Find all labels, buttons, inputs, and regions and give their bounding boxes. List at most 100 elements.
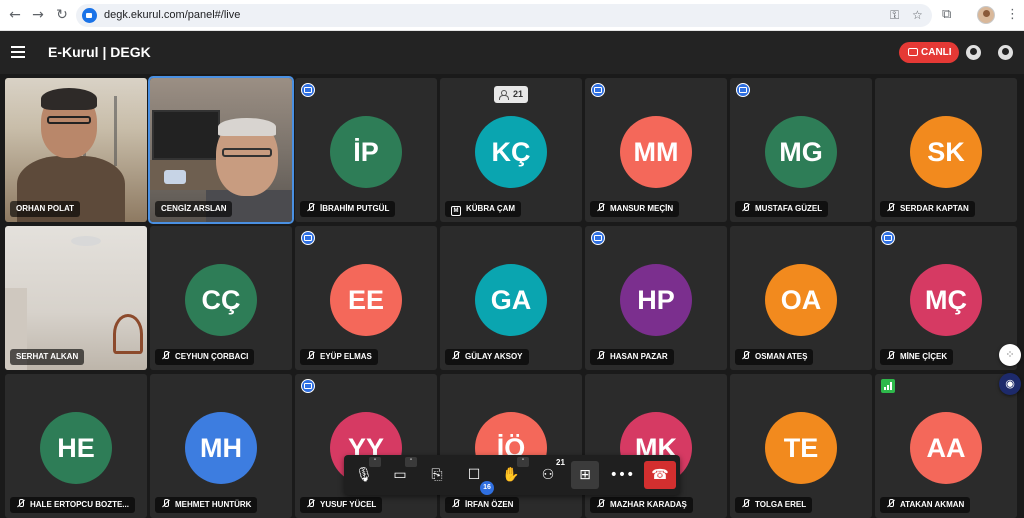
- participant-avatar: OA: [765, 264, 837, 336]
- participant-tile[interactable]: SERHAT ALKAN: [5, 226, 147, 370]
- participant-name: SERHAT ALKAN: [16, 352, 79, 361]
- participant-tile[interactable]: MÇ MİNE ÇİÇEK: [875, 226, 1017, 370]
- participant-tile[interactable]: MK MAZHAR KARADAŞ: [585, 374, 727, 518]
- participant-name-chip: SERHAT ALKAN: [10, 349, 85, 365]
- participant-name-chip: MUSTAFA GÜZEL: [735, 201, 829, 217]
- notification-icon[interactable]: [966, 45, 981, 60]
- participant-name: HALE ERTOPCU BOZTE...: [30, 500, 129, 509]
- browser-toolbar: ← → ↻ degk.ekurul.com/panel#/live ⚿ ☆ ⧉ …: [0, 0, 1024, 31]
- hamburger-menu-icon[interactable]: [11, 46, 25, 58]
- participant-tile[interactable]: EE EYÜP ELMAS: [295, 226, 437, 370]
- participant-tile[interactable]: GA GÜLAY AKSOY: [440, 226, 582, 370]
- raise-hand-caret-icon[interactable]: ˄: [517, 457, 529, 467]
- participant-tile[interactable]: İP İBRAHİM PUTGÜL: [295, 78, 437, 222]
- reload-icon[interactable]: ↻: [54, 7, 70, 23]
- participant-count-chip: 21: [494, 86, 528, 103]
- profile-avatar[interactable]: [977, 6, 995, 24]
- chat-unread-badge: 16: [480, 481, 494, 495]
- mic-muted-icon: [596, 203, 605, 212]
- participant-name: KÜBRA ÇAM: [466, 204, 516, 213]
- live-button[interactable]: CANLI: [899, 42, 959, 63]
- participant-name-chip: EYÜP ELMAS: [300, 349, 378, 365]
- participant-name-chip: GÜLAY AKSOY: [445, 349, 529, 365]
- participant-avatar: SK: [910, 116, 982, 188]
- mic-muted-icon: [596, 499, 605, 508]
- participant-name: MUSTAFA GÜZEL: [755, 204, 823, 213]
- forward-arrow-icon[interactable]: →: [30, 7, 46, 23]
- participant-tile[interactable]: HE HALE ERTOPCU BOZTE...: [5, 374, 147, 518]
- participant-name-chip: ORHAN POLAT: [10, 201, 81, 217]
- participant-tile[interactable]: İÖ İRFAN ÖZEN: [440, 374, 582, 518]
- extensions-icon[interactable]: ⧉: [942, 7, 951, 23]
- more-icon[interactable]: •••: [608, 461, 636, 489]
- participant-tile[interactable]: AA ATAKAN AKMAN: [875, 374, 1017, 518]
- apps-grid-icon[interactable]: ⁘: [999, 344, 1021, 366]
- bookmark-star-icon[interactable]: ☆: [912, 8, 923, 23]
- participant-name: İRFAN ÖZEN: [465, 500, 514, 509]
- camera-options-caret-icon[interactable]: ˄: [405, 457, 417, 467]
- site-icon: [82, 8, 97, 23]
- participant-name: ORHAN POLAT: [16, 204, 75, 213]
- grid-view-icon[interactable]: ⊞: [571, 461, 599, 489]
- menu-dots-icon[interactable]: ⋮: [1006, 7, 1019, 23]
- participant-name: MEHMET HUNTÜRK: [175, 500, 252, 509]
- leave-call-icon[interactable]: ☎: [644, 461, 676, 489]
- participant-tile[interactable]: YY YUSUF YÜCEL: [295, 374, 437, 518]
- participant-name-chip: HALE ERTOPCU BOZTE...: [10, 497, 135, 513]
- participant-name-chip: TOLGA EREL: [735, 497, 813, 513]
- url-text[interactable]: degk.ekurul.com/panel#/live: [104, 8, 240, 23]
- back-arrow-icon[interactable]: ←: [7, 7, 23, 23]
- participant-tile[interactable]: CENGİZ ARSLAN: [148, 76, 294, 224]
- address-bar[interactable]: degk.ekurul.com/panel#/live ⚿ ☆: [76, 4, 932, 27]
- mic-muted-icon: [306, 499, 315, 508]
- participant-name-chip: MEHMET HUNTÜRK: [155, 497, 258, 513]
- app-title: E-Kurul | DEGK: [48, 44, 151, 60]
- mic-options-caret-icon[interactable]: ˄: [369, 457, 381, 467]
- participant-tile[interactable]: HP HASAN PAZAR: [585, 226, 727, 370]
- participant-name: YUSUF YÜCEL: [320, 500, 377, 509]
- user-account-icon[interactable]: [998, 45, 1013, 60]
- participant-tile[interactable]: TE TOLGA EREL: [730, 374, 872, 518]
- participant-name-chip: MİNE ÇİÇEK: [880, 349, 954, 365]
- participant-name: OSMAN ATEŞ: [755, 352, 808, 361]
- participant-name: HASAN PAZAR: [610, 352, 668, 361]
- participant-name-chip: HASAN PAZAR: [590, 349, 674, 365]
- participant-count-text: 21: [513, 89, 524, 99]
- participant-name: CENGİZ ARSLAN: [161, 204, 227, 213]
- mic-muted-icon: [306, 351, 315, 360]
- assistant-bot-icon[interactable]: ◉: [999, 373, 1021, 395]
- participant-tile[interactable]: MG MUSTAFA GÜZEL: [730, 78, 872, 222]
- participant-tile[interactable]: CÇ CEYHUN ÇORBACI: [150, 226, 292, 370]
- participant-tile[interactable]: KÇ 21 M KÜBRA ÇAM: [440, 78, 582, 222]
- participant-tile[interactable]: OA OSMAN ATEŞ: [730, 226, 872, 370]
- participant-name-chip: CENGİZ ARSLAN: [155, 201, 233, 217]
- participant-name-chip: YUSUF YÜCEL: [300, 497, 383, 513]
- participant-tile[interactable]: ORHAN POLAT: [5, 78, 147, 222]
- participant-tile[interactable]: MH MEHMET HUNTÜRK: [150, 374, 292, 518]
- participant-avatar: KÇ: [475, 116, 547, 188]
- participant-name-chip: M KÜBRA ÇAM: [445, 201, 522, 217]
- participant-avatar: HP: [620, 264, 692, 336]
- device-type-icon: [591, 83, 605, 97]
- share-screen-icon[interactable]: ⎘: [423, 461, 451, 489]
- participant-name-chip: İBRAHİM PUTGÜL: [300, 201, 396, 217]
- participant-name: SERDAR KAPTAN: [900, 204, 969, 213]
- participant-name: ATAKAN AKMAN: [900, 500, 965, 509]
- device-type-icon: [591, 231, 605, 245]
- participant-tile[interactable]: MM MANSUR MEÇİN: [585, 78, 727, 222]
- participant-name: GÜLAY AKSOY: [465, 352, 523, 361]
- participant-tile[interactable]: SK SERDAR KAPTAN: [875, 78, 1017, 222]
- participant-avatar: MG: [765, 116, 837, 188]
- device-type-icon: [736, 83, 750, 97]
- device-type-icon: [301, 231, 315, 245]
- participants-count-badge: 21: [556, 458, 565, 467]
- mic-muted-icon: [741, 499, 750, 508]
- participant-name-chip: MAZHAR KARADAŞ: [590, 497, 693, 513]
- participant-avatar: MÇ: [910, 264, 982, 336]
- participant-name: MANSUR MEÇİN: [610, 204, 674, 213]
- mic-muted-icon: [886, 203, 895, 212]
- password-key-icon[interactable]: ⚿: [890, 8, 899, 23]
- participant-avatar: EE: [330, 264, 402, 336]
- mic-muted-icon: [596, 351, 605, 360]
- participant-avatar: CÇ: [185, 264, 257, 336]
